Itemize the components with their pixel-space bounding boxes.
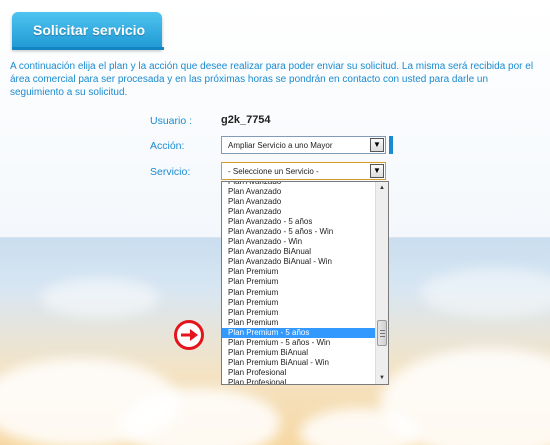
service-option[interactable]: Plan Premium [222, 267, 376, 277]
service-option[interactable]: Plan Premium BiAnual [222, 348, 376, 358]
service-select-value: - Seleccione un Servicio - [228, 167, 319, 176]
action-label: Acción: [150, 140, 185, 152]
user-value: g2k_7754 [221, 114, 271, 126]
scroll-down-icon[interactable]: ▼ [376, 372, 388, 384]
service-option[interactable]: Plan Profesional [222, 378, 376, 384]
scrollbar-thumb[interactable] [377, 320, 387, 346]
service-option[interactable]: Plan Avanzado BiAnual [222, 247, 376, 257]
service-option[interactable]: Plan Premium [222, 318, 376, 328]
service-option[interactable]: Plan Avanzado BiAnual - Win [222, 257, 376, 267]
service-option[interactable]: Plan Avanzado - 5 años - Win [222, 227, 376, 237]
action-select-value: Ampliar Servicio a uno Mayor [228, 141, 333, 150]
service-option-selected[interactable]: Plan Premium - 5 años [222, 327, 376, 338]
service-options: Plan Avanzado Plan Avanzado Plan Avanzado P… [222, 182, 376, 384]
intro-text: A continuación elija el plan y la acción… [10, 61, 534, 98]
service-option[interactable]: Plan Premium [222, 308, 376, 318]
service-option[interactable]: Plan Premium [222, 298, 376, 308]
dropdown-scrollbar[interactable]: ▲ ▼ [375, 182, 388, 384]
service-select[interactable]: - Seleccione un Servicio - ▼ [221, 162, 386, 180]
service-dropdown-list[interactable]: Plan Avanzado Plan Avanzado Plan Avanzado P… [221, 181, 389, 385]
service-label: Servicio: [150, 166, 191, 178]
tab-underline [12, 47, 164, 50]
service-option[interactable]: Plan Premium - 5 años - Win [222, 338, 376, 348]
service-option[interactable]: Plan Premium [222, 288, 376, 298]
service-option[interactable]: Plan Profesional [222, 368, 376, 378]
service-option[interactable]: Plan Premium BiAnual - Win [222, 358, 376, 368]
service-option[interactable]: Plan Avanzado [222, 207, 376, 217]
focus-accent-bar [389, 136, 393, 154]
service-option[interactable]: Plan Premium [222, 277, 376, 287]
right-arrow-circle-icon [174, 320, 204, 350]
service-option[interactable]: Plan Avanzado - 5 años [222, 217, 376, 227]
chevron-down-icon[interactable]: ▼ [370, 138, 384, 152]
action-select[interactable]: Ampliar Servicio a uno Mayor ▼ [221, 136, 386, 154]
service-option[interactable]: Plan Avanzado [222, 187, 376, 197]
service-option[interactable]: Plan Avanzado [222, 197, 376, 207]
service-option[interactable]: Plan Avanzado - Win [222, 237, 376, 247]
chevron-down-icon[interactable]: ▼ [370, 164, 384, 178]
section-tab-title: Solicitar servicio [12, 12, 162, 49]
scroll-up-icon[interactable]: ▲ [376, 182, 388, 194]
user-label: Usuario : [150, 115, 193, 127]
